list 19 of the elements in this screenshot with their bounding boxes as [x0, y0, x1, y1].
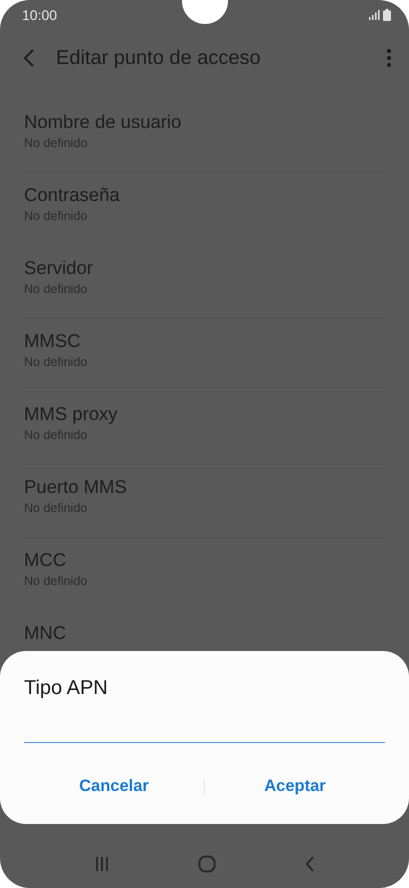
dialog-title: Tipo APN	[24, 677, 109, 700]
battery-icon	[383, 9, 391, 21]
setting-label[interactable]: Servidor	[24, 257, 385, 279]
setting-label[interactable]: Nombre de usuario	[24, 111, 385, 133]
screen-title: Editar punto de acceso	[56, 46, 262, 70]
setting-label[interactable]: Contraseña	[24, 184, 385, 206]
home-icon	[198, 855, 216, 873]
setting-label[interactable]: MMS proxy	[24, 403, 385, 425]
setting-label[interactable]: MMSC	[24, 330, 385, 352]
signal-icon	[369, 10, 380, 20]
more-options-icon	[387, 49, 391, 67]
status-time: 10:00	[22, 7, 58, 23]
setting-label[interactable]: MNC	[24, 622, 385, 644]
back-icon	[304, 856, 314, 872]
recent-apps-icon	[94, 856, 108, 872]
cancel-button[interactable]: Cancelar	[24, 769, 204, 804]
accept-button[interactable]: Aceptar	[205, 769, 385, 804]
setting-label[interactable]: Puerto MMS	[24, 476, 385, 498]
setting-label[interactable]: MCC	[24, 549, 385, 571]
